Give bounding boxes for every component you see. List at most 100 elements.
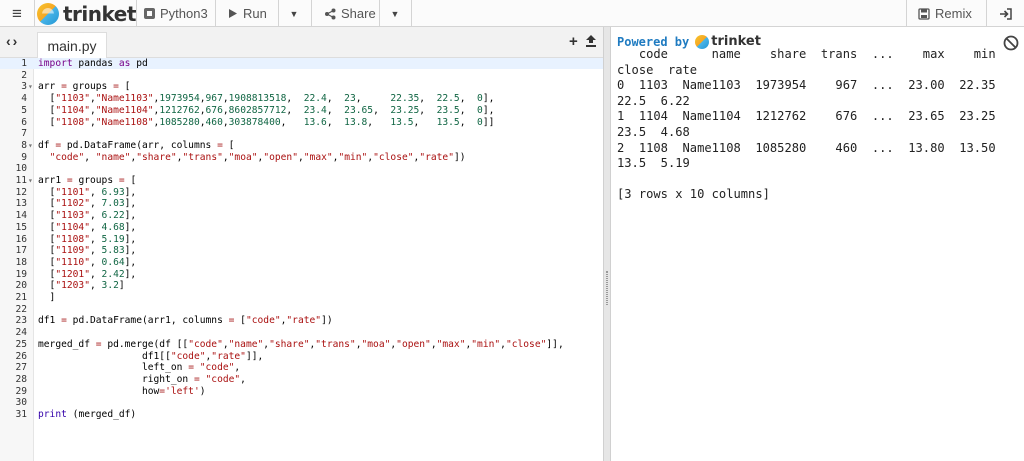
line-number: 5: [21, 104, 27, 116]
line-number: 9: [21, 151, 27, 163]
code-line[interactable]: 24: [0, 327, 603, 338]
caret-down-icon: ▼: [390, 8, 400, 19]
code-line[interactable]: 15 ["1104", 4.68],: [0, 222, 603, 233]
code-line[interactable]: 5 ["1104","Name1104",1212762,676,8602857…: [0, 105, 603, 116]
code-text: merged_df = pd.merge(df [["code","name",…: [38, 338, 564, 350]
line-number: 28: [15, 373, 27, 385]
upload-icon[interactable]: [585, 34, 597, 48]
code-line[interactable]: 27 left_on = "code",: [0, 362, 603, 373]
file-tab-bar: ‹› main.py +: [0, 27, 603, 58]
code-line[interactable]: 11 ▾ arr1 = groups = [: [0, 175, 603, 186]
code-line[interactable]: 22: [0, 304, 603, 315]
line-number: 2: [21, 69, 27, 81]
fold-arrow-icon[interactable]: ▾: [28, 140, 33, 151]
line-number: 13: [15, 198, 27, 210]
play-icon: [229, 9, 237, 18]
code-line[interactable]: 2: [0, 70, 603, 81]
line-number: 21: [15, 292, 27, 303]
share-icon: [325, 8, 336, 19]
code-text: arr = groups = [: [38, 81, 131, 93]
line-number: 23: [15, 315, 27, 327]
code-text: import pandas as pd: [38, 58, 148, 69]
code-text: ["1108","Name1108",1085280,460,303878400…: [38, 116, 495, 128]
add-file-icon[interactable]: +: [569, 33, 578, 50]
code-line[interactable]: 31 print (merged_df): [0, 409, 603, 420]
code-line[interactable]: 13 ["1102", 7.03],: [0, 198, 603, 209]
code-line[interactable]: 26 df1[["code","rate"]],: [0, 351, 603, 362]
line-number: 10: [15, 163, 27, 175]
code-area[interactable]: 1 import pandas as pd 2 3 ▾ arr = groups = [4…: [0, 58, 603, 461]
share-button[interactable]: Share: [324, 0, 376, 27]
code-line[interactable]: 19 ["1201", 2.42],: [0, 269, 603, 280]
code-editor-panel: ‹› main.py + 1 import pandas as pd 2 3 ▾ arr …: [0, 27, 603, 461]
code-text: ["1108", 5.19],: [38, 233, 137, 245]
output-line: [3 rows x 10 columns]: [617, 187, 770, 202]
line-number: 14: [15, 210, 27, 222]
tab-scroll-arrows-icon[interactable]: ‹›: [6, 33, 19, 49]
run-label: Run: [243, 6, 267, 21]
code-line[interactable]: 6 ["1108","Name1108",1085280,460,3038784…: [0, 117, 603, 128]
output-panel: Powered by trinket code name share trans…: [611, 27, 1024, 461]
run-options-dropdown[interactable]: ▼: [279, 0, 309, 27]
code-line[interactable]: 4 ["1103","Name1103",1973954,967,1908813…: [0, 93, 603, 104]
code-line[interactable]: 20 ["1203", 3.2]: [0, 280, 603, 291]
trinket-logo[interactable]: trinket: [37, 0, 136, 27]
code-line[interactable]: 28 right_on = "code",: [0, 374, 603, 385]
line-number: 6: [21, 116, 27, 128]
output-line: close rate: [617, 62, 698, 77]
line-number: 29: [15, 385, 27, 397]
python-icon: [144, 8, 155, 19]
top-toolbar: ≡ trinket Python3 Run ▼ Share ▼ Remix: [0, 0, 1024, 27]
remix-button[interactable]: Remix: [918, 0, 972, 27]
line-number: 3: [21, 81, 27, 93]
code-text: ["1101", 6.93],: [38, 186, 137, 198]
code-line[interactable]: 18 ["1110", 0.64],: [0, 257, 603, 268]
toolbar-divider: [215, 0, 216, 27]
toolbar-divider: [906, 0, 907, 27]
sign-in-icon[interactable]: [998, 0, 1014, 27]
code-line[interactable]: 1 import pandas as pd: [0, 58, 603, 69]
run-button[interactable]: Run: [228, 0, 267, 27]
line-number: 31: [15, 409, 27, 420]
code-line[interactable]: 23 df1 = pd.DataFrame(arr1, columns = ["c…: [0, 315, 603, 326]
pane-splitter[interactable]: [603, 27, 611, 461]
code-line[interactable]: 17 ["1109", 5.83],: [0, 245, 603, 256]
file-tab-main-py[interactable]: main.py: [37, 32, 107, 58]
toolbar-divider: [411, 0, 412, 27]
fold-arrow-icon[interactable]: ▾: [28, 175, 33, 186]
code-line[interactable]: 7: [0, 128, 603, 139]
line-number: 1: [21, 58, 27, 69]
toolbar-divider: [986, 0, 987, 27]
code-line[interactable]: 21 ]: [0, 292, 603, 303]
output-line: 0 1103 Name1103 1973954 967 ... 23.00 22…: [617, 78, 996, 93]
code-line[interactable]: 8 ▾ df = pd.DataFrame(arr, columns = [: [0, 140, 603, 151]
hamburger-menu-icon[interactable]: ≡: [6, 0, 28, 27]
code-line[interactable]: 30: [0, 397, 603, 408]
code-text: print (merged_df): [38, 409, 137, 420]
output-line: 2 1108 Name1108 1085280 460 ... 13.80 13…: [617, 140, 996, 155]
code-line[interactable]: 9 "code", "name","share","trans","moa","…: [0, 152, 603, 163]
code-line[interactable]: 12 ["1101", 6.93],: [0, 187, 603, 198]
stop-icon[interactable]: [1003, 35, 1019, 51]
remix-label: Remix: [935, 6, 972, 21]
brand-name: trinket: [63, 1, 136, 26]
code-line[interactable]: 29 how='left'): [0, 386, 603, 397]
code-text: ["1103", 6.22],: [38, 210, 137, 222]
code-text: how='left'): [38, 385, 206, 397]
output-line: 13.5 5.19: [617, 156, 690, 171]
share-options-dropdown[interactable]: ▼: [380, 0, 410, 27]
line-number: 20: [15, 280, 27, 292]
fold-arrow-icon[interactable]: ▾: [28, 81, 33, 92]
code-line[interactable]: 14 ["1103", 6.22],: [0, 210, 603, 221]
code-text: right_on = "code",: [38, 373, 246, 385]
line-number: 15: [15, 221, 27, 233]
code-text: df1 = pd.DataFrame(arr1, columns = ["cod…: [38, 315, 333, 327]
code-line[interactable]: 3 ▾ arr = groups = [: [0, 81, 603, 92]
code-line[interactable]: 10: [0, 163, 603, 174]
code-line[interactable]: 25 merged_df = pd.merge(df [["code","name…: [0, 339, 603, 350]
code-line[interactable]: 16 ["1108", 5.19],: [0, 234, 603, 245]
line-number: 25: [15, 338, 27, 350]
code-text: ["1201", 2.42],: [38, 268, 137, 280]
code-text: df = pd.DataFrame(arr, columns = [: [38, 139, 235, 151]
line-number: 17: [15, 245, 27, 257]
